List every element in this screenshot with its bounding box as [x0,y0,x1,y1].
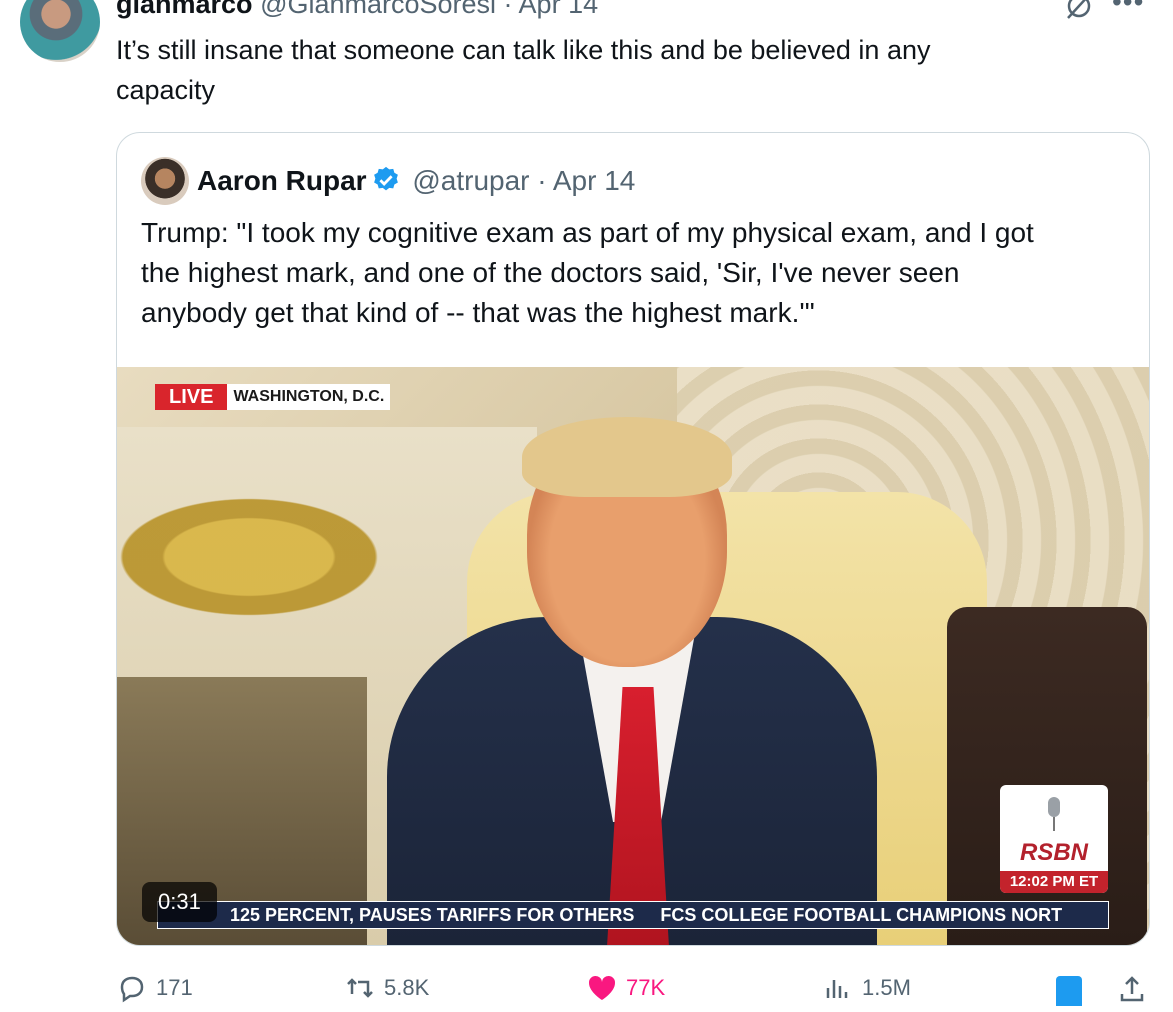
verified-badge-icon [371,165,401,195]
quote-text: Trump: "I took my cognitive exam as part… [141,217,1034,328]
bookmark-icon[interactable] [1056,976,1082,1006]
tweet-header: gianmarco @GianmarcoSoresi · Apr 14 [116,0,598,22]
repost-count: 5.8K [384,975,430,1000]
location-label: WASHINGTON, D.C. [227,384,391,410]
quote-header: Aaron Rupar @atrupar · Apr 14 [197,161,635,201]
more-options-icon[interactable]: ••• [1112,0,1144,18]
repost-button[interactable]: 5.8K [344,972,429,1004]
heart-icon [588,975,616,1000]
like-button[interactable]: 77K [586,972,665,1004]
broadcast-time: 12:02 PM ET [1000,871,1108,893]
like-count: 77K [626,975,666,1000]
ticker-text-1: 125 PERCENT, PAUSES TARIFFS FOR OTHERS [230,905,635,925]
tweet-author-name[interactable]: gianmarco [116,0,253,19]
tweet-author-meta[interactable]: @GianmarcoSoresi · Apr 14 [260,0,598,19]
reply-count: 171 [156,975,193,1000]
quote-author-avatar[interactable] [141,157,189,205]
quoted-tweet[interactable]: Aaron Rupar @atrupar · Apr 14 Trump: "I … [116,132,1150,946]
views-count: 1.5M [862,975,911,1000]
live-badge: LIVE WASHINGTON, D.C. [155,384,391,410]
video-frame-chair-right [947,607,1147,945]
repost-icon [347,978,373,998]
views-icon [826,980,848,998]
tweet-author-avatar[interactable] [20,0,100,62]
network-logo-box: RSBN 12:02 PM ET [1000,785,1108,893]
share-icon[interactable] [1116,974,1148,1006]
tweet-action-bar: 171 5.8K 77K 1.5M [116,972,1156,1012]
video-frame-person-hair [522,417,732,497]
ticker-text-2: FCS COLLEGE FOOTBALL CHAMPIONS NORT [660,905,1063,925]
video-frame-ornament [117,467,447,647]
live-label: LIVE [155,384,228,410]
quote-author-name[interactable]: Aaron Rupar [197,165,367,196]
views-button[interactable]: 1.5M [822,972,911,1004]
quote-author-meta[interactable]: @atrupar · Apr 14 [412,165,635,196]
reply-button[interactable]: 171 [116,972,193,1004]
grok-icon[interactable] [1062,0,1096,20]
video-player[interactable]: LIVE WASHINGTON, D.C. RSBN 12:02 PM ET 1… [117,367,1149,945]
network-logo: RSBN [1019,839,1088,866]
reply-icon [120,976,144,1003]
tweet-text: It’s still insane that someone can talk … [116,35,931,105]
microphone-icon [1048,797,1060,831]
news-ticker: 125 PERCENT, PAUSES TARIFFS FOR OTHERS FC… [157,901,1109,929]
video-duration: 0:31 [142,882,217,922]
